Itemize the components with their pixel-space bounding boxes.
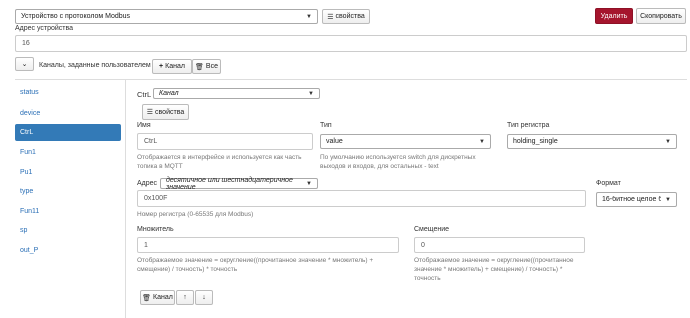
chevron-down-icon: ⌄ [21, 61, 28, 68]
format-select[interactable]: 16-битное целое б ▼ [596, 192, 677, 207]
register-type-select[interactable]: holding_single ▼ [507, 134, 677, 149]
arrow-down-icon: ↓ [202, 294, 206, 301]
offset-label: Смещение [414, 226, 450, 233]
protocol-select[interactable]: Устройство с протоколом Modbus ▼ [15, 9, 318, 24]
channel-address-help: Номер регистра (0-65535 для Modbus) [137, 211, 254, 218]
sidebar-item-label: out_P [20, 247, 39, 254]
all-channels-button[interactable]: 🗑 Все [192, 59, 221, 74]
device-properties-button[interactable]: ☰ свойства [322, 9, 370, 24]
multiplier-value: 1 [144, 241, 148, 249]
multiplier-input[interactable]: 1 [137, 237, 399, 253]
sidebar-item-device[interactable]: device [15, 105, 121, 122]
sidebar-item-fun1[interactable]: Fun1 [15, 144, 121, 161]
channel-kind-value: Канал [159, 90, 179, 97]
protocol-select-value: Устройство с протоколом Modbus [21, 13, 131, 20]
delete-channel-button[interactable]: 🗑 Канал [140, 290, 175, 305]
channel-properties-button[interactable]: ☰ свойства [142, 104, 189, 120]
channel-type-select[interactable]: value ▼ [320, 134, 491, 149]
copy-device-label: Скопировать [640, 12, 682, 20]
all-channels-label: Все [205, 63, 218, 70]
register-type-label: Тип регистра [507, 122, 550, 129]
add-channel-button[interactable]: + Канал [152, 59, 192, 74]
address-format-value: десятичное или шестнадцатеричное значени… [166, 176, 293, 191]
device-properties-label: свойства [335, 13, 365, 20]
collapse-channels-button[interactable]: ⌄ [15, 57, 34, 71]
channel-type-value: value [326, 138, 343, 145]
multiplier-help: Отображаемое значение = округление((проч… [137, 257, 374, 273]
sidebar-item-status[interactable]: status [15, 84, 121, 101]
move-down-button[interactable]: ↓ [195, 290, 213, 305]
sidebar-item-ctrl[interactable]: CtrL [15, 124, 121, 141]
device-address-input[interactable]: 16 [15, 35, 687, 52]
channel-kind-select[interactable]: Канал ▼ [153, 88, 320, 99]
delete-channel-label: Канал [153, 294, 173, 301]
channel-address-input[interactable]: 0x100F [137, 190, 586, 207]
trash-icon: 🗑 [195, 63, 204, 71]
sidebar-item-fun11[interactable]: Fun11 [15, 203, 121, 220]
chevron-down-icon: ▼ [479, 138, 485, 145]
multiplier-label: Множитель [137, 226, 174, 233]
device-address-label: Адрес устройства [15, 25, 74, 32]
offset-help: Отображаемое значение = округление((проч… [414, 257, 574, 282]
channel-properties-label: свойства [155, 108, 185, 116]
channel-address-label: Адрес [137, 180, 158, 187]
device-address-value: 16 [22, 40, 30, 47]
address-format-select[interactable]: десятичное или шестнадцатеричное значени… [160, 176, 318, 191]
chevron-down-icon: ▼ [306, 13, 312, 20]
sidebar-item-label: Fun11 [20, 208, 40, 215]
add-channel-label: Канал [165, 63, 185, 70]
register-type-value: holding_single [513, 138, 558, 145]
trash-icon: 🗑 [142, 294, 152, 302]
channel-name-help: Отображается в интерфейсе и используется… [137, 154, 302, 170]
sidebar-item-label: sp [20, 227, 28, 234]
sidebar-item-type[interactable]: type [15, 183, 121, 200]
sidebar-item-label: Fun1 [20, 149, 36, 156]
channel-name-label: Имя [137, 122, 151, 129]
channel-name-prefix: CtrL [137, 90, 152, 99]
format-value: 16-битное целое б [602, 196, 662, 203]
chevron-down-icon: ▼ [665, 138, 671, 145]
channel-name-value: CtrL [144, 138, 158, 145]
sidebar-item-sp[interactable]: sp [15, 222, 121, 239]
plus-icon: + [159, 63, 164, 70]
chevron-down-icon: ▼ [308, 90, 314, 97]
sidebar-item-label: Pu1 [20, 169, 33, 176]
delete-device-button[interactable]: Удалить [595, 8, 633, 24]
sidebar-item-label: CtrL [20, 129, 34, 136]
delete-device-label: Удалить [600, 12, 628, 20]
channels-panel-top-border [15, 79, 687, 80]
channel-type-help: По умолчанию используется switch для дис… [320, 154, 476, 170]
channels-title: Каналы, заданные пользователем [39, 62, 151, 69]
sidebar-item-label: status [20, 89, 39, 96]
offset-input[interactable]: 0 [414, 237, 585, 253]
format-label: Формат [596, 180, 621, 187]
channels-panel-divider [125, 80, 126, 318]
channel-address-value: 0x100F [144, 195, 168, 202]
arrow-up-icon: ↑ [183, 294, 187, 301]
chevron-down-icon: ▼ [665, 196, 671, 203]
sidebar-item-label: type [20, 188, 34, 195]
move-up-button[interactable]: ↑ [176, 290, 194, 305]
channel-name-input[interactable]: CtrL [137, 133, 313, 150]
chevron-down-icon: ▼ [306, 180, 312, 187]
offset-value: 0 [421, 241, 425, 249]
copy-device-button[interactable]: Скопировать [636, 8, 686, 24]
list-icon: ☰ [146, 109, 154, 116]
sidebar-item-out-p[interactable]: out_P [15, 242, 121, 259]
sidebar-item-pu1[interactable]: Pu1 [15, 164, 121, 181]
sidebar-item-label: device [20, 110, 41, 117]
list-icon: ☰ [327, 13, 334, 21]
channel-type-label: Тип [320, 122, 332, 129]
